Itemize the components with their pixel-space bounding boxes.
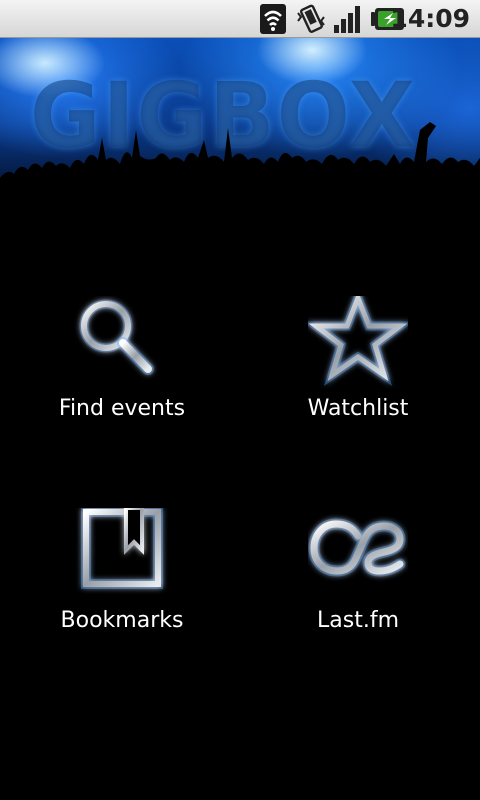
find-events-label: Find events <box>58 396 186 421</box>
search-icon <box>79 299 154 375</box>
watchlist-button[interactable]: Watchlist <box>238 296 478 476</box>
lastfm-icon <box>308 518 406 577</box>
header-banner: GIGBOX <box>0 38 480 228</box>
vibrate-icon <box>297 4 325 33</box>
signal-icon <box>334 6 360 33</box>
bookmarks-label: Bookmarks <box>60 608 184 633</box>
status-clock: 14:09 <box>390 4 470 33</box>
lastfm-label: Last.fm <box>317 608 399 633</box>
bookmarks-button[interactable]: Bookmarks <box>2 508 242 688</box>
wifi-icon <box>260 4 286 34</box>
crowd-silhouette <box>0 122 480 228</box>
app-screen: 14:09 GIGBOX Find events Watchlist Bookm… <box>0 0 480 800</box>
watchlist-label: Watchlist <box>307 396 409 421</box>
find-events-button[interactable]: Find events <box>2 296 242 476</box>
lastfm-button[interactable]: Last.fm <box>238 508 478 688</box>
bookmark-icon <box>81 508 163 589</box>
star-icon <box>308 296 408 387</box>
status-bar: 14:09 <box>0 0 480 38</box>
